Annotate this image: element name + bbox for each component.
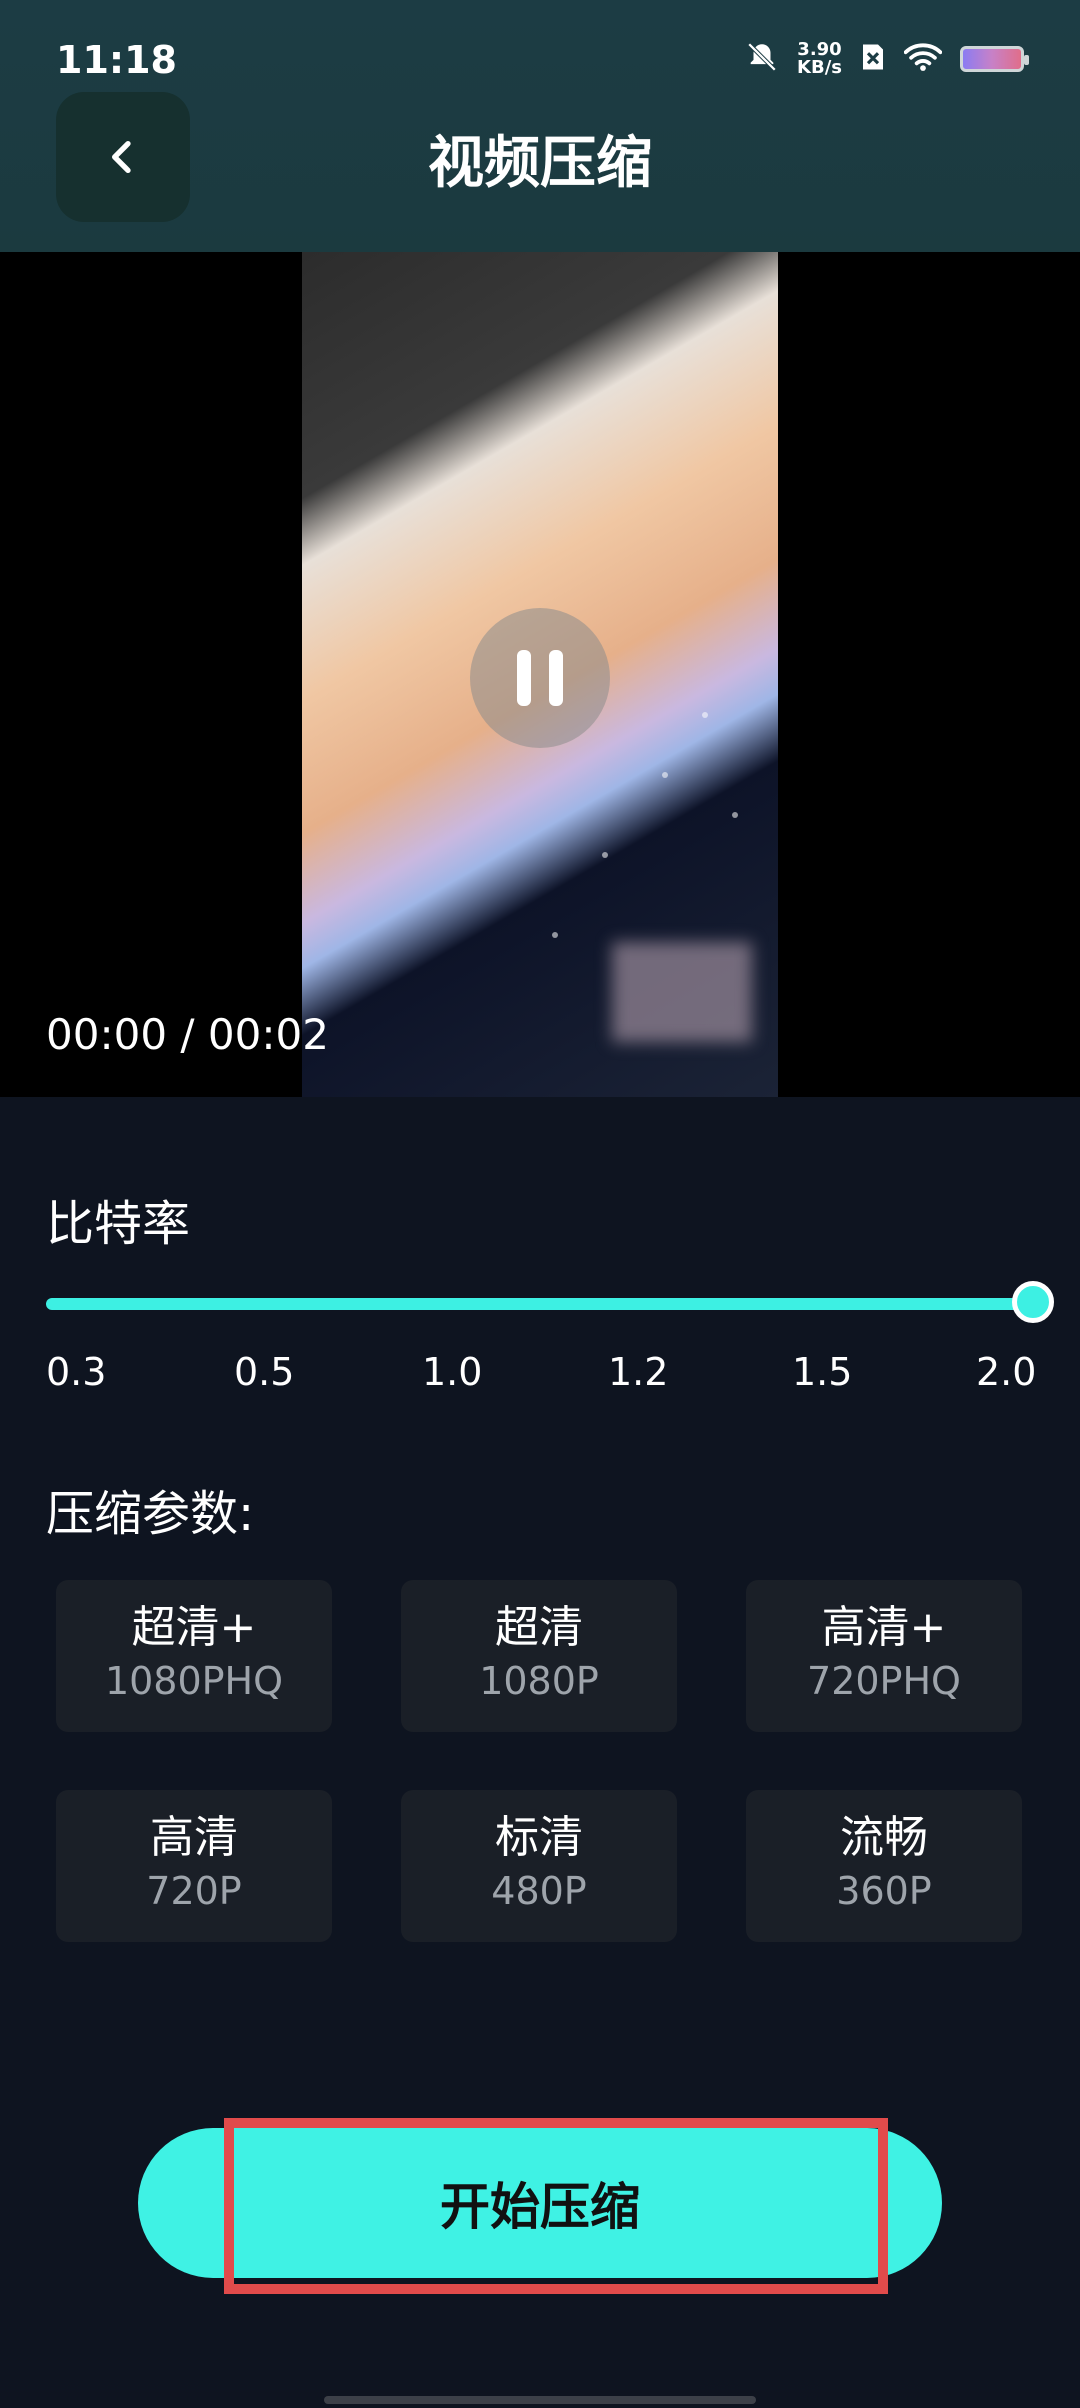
net-speed-unit: KB/s (797, 57, 842, 78)
home-indicator[interactable] (324, 2396, 756, 2404)
bell-muted-icon (745, 40, 779, 78)
preset-res: 720PHQ (807, 1659, 961, 1703)
tick-label: 1.2 (608, 1350, 669, 1394)
preset-name: 超清+ (131, 1602, 257, 1653)
header-bar: 11:18 3.90 KB/s 视频压缩 (0, 0, 1080, 252)
start-compress-button[interactable]: 开始压缩 (138, 2128, 942, 2278)
tick-label: 0.3 (46, 1350, 107, 1394)
preset-1080p[interactable]: 超清 1080P (401, 1580, 677, 1732)
preset-res: 1080PHQ (104, 1659, 284, 1703)
pause-button[interactable] (470, 608, 610, 748)
status-time: 11:18 (56, 38, 177, 82)
preset-res: 480P (491, 1869, 587, 1913)
net-speed: 3.90 KB/s (797, 41, 842, 77)
preset-res: 1080P (479, 1659, 599, 1703)
preset-name: 超清 (495, 1602, 583, 1653)
status-icons: 3.90 KB/s (745, 40, 1029, 78)
preset-res: 360P (836, 1869, 932, 1913)
preset-name: 流畅 (840, 1812, 928, 1863)
preset-480p[interactable]: 标清 480P (401, 1790, 677, 1942)
preset-1080phq[interactable]: 超清+ 1080PHQ (56, 1580, 332, 1732)
tick-label: 1.0 (422, 1350, 483, 1394)
video-timecode: 00:00 / 00:02 (46, 1010, 329, 1059)
pause-icon (517, 650, 531, 706)
tick-label: 2.0 (976, 1350, 1037, 1394)
tick-label: 0.5 (234, 1350, 295, 1394)
bitrate-label: 比特率 (46, 1196, 191, 1252)
preset-720p[interactable]: 高清 720P (56, 1790, 332, 1942)
preset-name: 高清 (150, 1812, 238, 1863)
preset-name: 高清+ (821, 1602, 947, 1653)
video-player[interactable]: 00:00 / 00:02 (0, 252, 1080, 1097)
page-title: 视频压缩 (428, 131, 652, 196)
bitrate-ticks: 0.3 0.5 1.0 1.2 1.5 2.0 (46, 1350, 1036, 1400)
tick-label: 1.5 (792, 1350, 853, 1394)
preset-360p[interactable]: 流畅 360P (746, 1790, 1022, 1942)
battery-icon (960, 46, 1029, 72)
start-compress-label: 开始压缩 (440, 2178, 640, 2236)
preset-720phq[interactable]: 高清+ 720PHQ (746, 1580, 1022, 1732)
bitrate-slider-thumb[interactable] (1012, 1281, 1054, 1323)
bitrate-slider-track[interactable] (46, 1298, 1036, 1310)
params-label: 压缩参数: (46, 1486, 255, 1542)
sim-off-icon (860, 42, 886, 76)
preset-res: 720P (146, 1869, 242, 1913)
blurred-watermark (612, 942, 752, 1042)
wifi-icon (903, 42, 943, 76)
preset-name: 标清 (495, 1812, 583, 1863)
